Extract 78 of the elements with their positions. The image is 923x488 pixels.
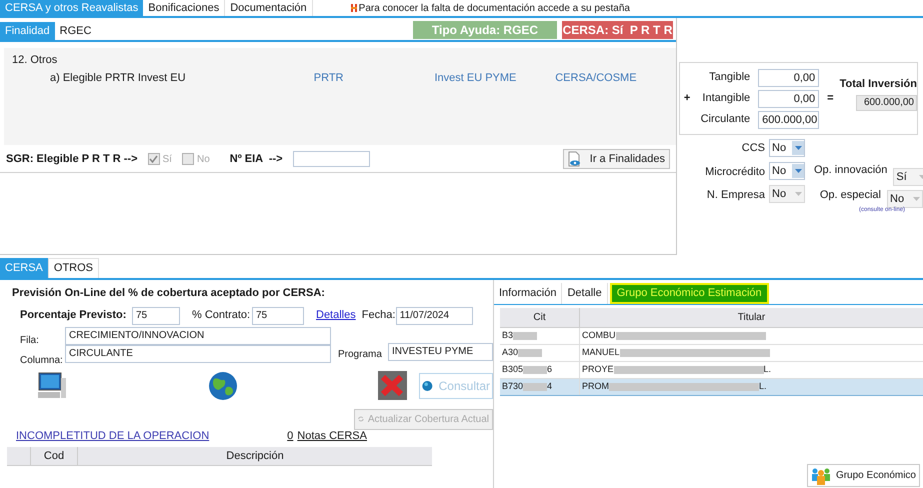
redaction-bar xyxy=(523,366,548,374)
amount-field[interactable]: 0,00 xyxy=(758,68,820,86)
table-row[interactable]: B305 6 PROYE L. xyxy=(500,362,923,379)
caret-icon xyxy=(792,164,804,178)
table-cell: B3 xyxy=(500,328,580,344)
section-title: Previsión On-Line del % de cobertura aceptado por CERSA: xyxy=(12,286,326,301)
ir-finalidades-button[interactable]: Ir a Finalidades xyxy=(562,149,670,169)
field-label: Programa xyxy=(338,348,383,362)
redaction-bar xyxy=(518,349,542,357)
amount-label: Circulante xyxy=(700,112,750,128)
table-row[interactable]: A30 MANUEL xyxy=(500,345,923,362)
option-label: Op. innovación xyxy=(814,163,888,178)
incompletitud-link[interactable]: INCOMPLETITUD DE LA OPERACION xyxy=(16,428,210,444)
caret-icon xyxy=(792,141,804,155)
column-header: Cod xyxy=(31,447,78,465)
total-label: Total Inversión xyxy=(840,77,917,92)
plus-sign: + xyxy=(684,91,690,106)
document-view-icon xyxy=(568,151,582,167)
detalles-link[interactable]: Detalles xyxy=(316,307,356,324)
column-header: Descripción xyxy=(225,448,285,464)
option-label: N. Empresa xyxy=(706,188,765,203)
text-field[interactable]: 11/07/2024 xyxy=(396,306,473,324)
amount-field[interactable]: 600.000,00 xyxy=(758,110,820,128)
notice-text: Para conocer la falta de documentación accede a su pestaña xyxy=(358,2,630,16)
text-field[interactable]: CRECIMIENTO/INNOVACION xyxy=(65,326,331,344)
warning-icon xyxy=(350,4,357,12)
sgr-label: SGR: Elegible P R T R --> xyxy=(6,152,138,167)
text-field[interactable]: 75 xyxy=(252,306,304,324)
table-cell: MANUEL xyxy=(580,345,923,361)
checkbox-label: No xyxy=(196,152,210,166)
checkbox-label: Sí xyxy=(162,152,172,166)
status-badge: Tipo Ayuda: RGEC xyxy=(413,21,557,39)
table-cell: B305 6 xyxy=(500,362,580,378)
notas-count: 0 xyxy=(287,428,294,444)
dropdown[interactable]: No xyxy=(769,162,805,180)
table-cell-text: PROM L. xyxy=(581,380,768,394)
table-cell: COMBU xyxy=(580,328,923,344)
table-row[interactable]: B730 4 PROM L. xyxy=(500,379,923,396)
eia-label: Nº EIA --> xyxy=(230,152,283,167)
finalidad-link[interactable]: Invest EU PYME xyxy=(434,70,556,86)
status-badge: CERSA: Sí P R T R xyxy=(562,21,673,39)
field-label: Fecha: xyxy=(362,308,396,324)
field-label: Porcentaje Previsto: xyxy=(20,308,128,324)
finalidad-link[interactable]: PRTR xyxy=(314,70,434,86)
amount-label: Intangible xyxy=(701,91,750,106)
table-row[interactable]: B3 COMBU xyxy=(500,328,923,345)
equals-sign: = xyxy=(827,91,834,106)
finalidad-label: a) Elegible PRTR Invest EU xyxy=(50,70,187,86)
option-label: Op. especial xyxy=(820,188,881,203)
amount-label: Tangible xyxy=(708,70,750,86)
field-label: Columna: xyxy=(20,354,64,368)
tab[interactable]: OTROS xyxy=(48,258,100,278)
people-icon xyxy=(810,466,831,484)
amount-field[interactable]: 0,00 xyxy=(758,90,820,108)
redaction-bar xyxy=(513,332,538,340)
group-title: 12. Otros xyxy=(12,53,58,68)
column-header: Cit xyxy=(500,308,580,327)
table-cell: B730 4 xyxy=(500,379,580,395)
option-label: Microcrédito xyxy=(704,165,765,180)
table-cell-text: PROYE L. xyxy=(581,363,772,376)
column-header: Titular xyxy=(736,311,766,325)
globe-icon xyxy=(208,370,238,400)
text-field[interactable]: CIRCULANTE xyxy=(65,344,331,362)
dropdown[interactable]: No xyxy=(769,139,805,157)
total-field: 600.000,00 xyxy=(856,94,917,111)
text-field[interactable]: INVESTEU PYME xyxy=(388,342,493,360)
field-label: % Contrato: xyxy=(192,308,252,324)
field-label: Fila: xyxy=(20,334,40,348)
eia-field[interactable] xyxy=(292,151,370,167)
grupo-economico-button[interactable]: Grupo Económico xyxy=(806,464,920,487)
table-cell: A30 xyxy=(500,345,580,361)
finalidad-link[interactable]: CERSA/COSME xyxy=(555,70,676,86)
redaction-bar xyxy=(523,383,548,391)
cancel-icon xyxy=(378,371,407,400)
text-field[interactable]: 75 xyxy=(132,306,180,324)
computer-icon xyxy=(37,372,67,400)
notas-link[interactable]: Notas CERSA xyxy=(297,428,367,444)
option-label: CCS xyxy=(740,140,765,156)
